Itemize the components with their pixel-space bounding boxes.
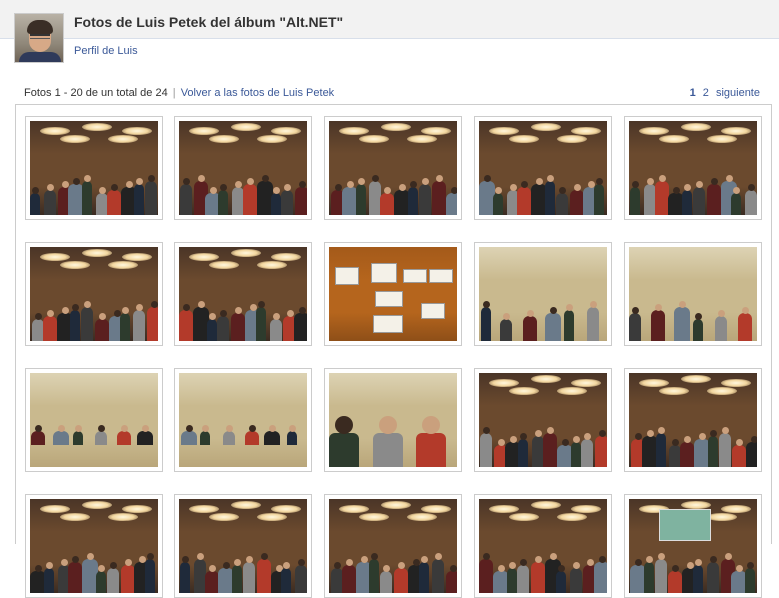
separator: | — [172, 87, 176, 99]
photo-thumbnail[interactable] — [324, 116, 462, 220]
photo-image — [629, 121, 757, 215]
photo-thumbnail[interactable] — [474, 116, 612, 220]
back-to-photos-link[interactable]: Volver a las fotos de Luis Petek — [181, 87, 334, 99]
photo-image — [479, 373, 607, 467]
photo-thumbnail[interactable] — [624, 242, 762, 346]
photo-thumbnail[interactable] — [25, 494, 163, 598]
photo-thumbnail[interactable] — [174, 368, 312, 472]
photo-thumbnail[interactable] — [624, 116, 762, 220]
photo-image — [329, 499, 457, 593]
photo-image — [329, 247, 457, 341]
photo-image — [629, 247, 757, 341]
photo-count: Fotos 1 - 20 de un total de 24 — [24, 87, 168, 99]
photo-image — [30, 499, 158, 593]
album-info-bar: Fotos 1 - 20 de un total de 24 | Volver … — [24, 87, 760, 101]
photo-thumbnail[interactable] — [474, 242, 612, 346]
photo-thumbnail[interactable] — [324, 494, 462, 598]
photo-thumbnail[interactable] — [174, 242, 312, 346]
pagination: 1 2 siguiente — [686, 87, 760, 99]
photo-image — [179, 373, 307, 467]
photo-thumbnail[interactable] — [324, 368, 462, 472]
photo-image — [479, 121, 607, 215]
photo-image — [179, 121, 307, 215]
photo-thumbnail[interactable] — [624, 494, 762, 598]
photo-thumbnail[interactable] — [324, 242, 462, 346]
photo-thumbnail[interactable] — [25, 242, 163, 346]
photo-thumbnail[interactable] — [474, 368, 612, 472]
photo-thumbnail[interactable] — [25, 368, 163, 472]
avatar[interactable] — [14, 13, 64, 63]
photo-thumbnail[interactable] — [25, 116, 163, 220]
photo-image — [179, 499, 307, 593]
profile-link[interactable]: Perfil de Luis — [74, 45, 138, 57]
photo-thumbnail[interactable] — [174, 494, 312, 598]
photo-image — [179, 247, 307, 341]
photo-thumbnail[interactable] — [174, 116, 312, 220]
page-title: Fotos de Luis Petek del álbum "Alt.NET" — [74, 14, 344, 30]
photo-thumbnail[interactable] — [474, 494, 612, 598]
page-1-link[interactable]: 1 — [690, 87, 696, 99]
photo-image — [329, 373, 457, 467]
photo-image — [30, 247, 158, 341]
photo-image — [479, 499, 607, 593]
photo-image — [329, 121, 457, 215]
photo-image — [629, 499, 757, 593]
next-page-link[interactable]: siguiente — [716, 87, 760, 99]
photo-image — [629, 373, 757, 467]
photo-image — [479, 247, 607, 341]
photo-image — [30, 373, 158, 467]
photo-thumbnail[interactable] — [624, 368, 762, 472]
photo-grid — [15, 104, 772, 598]
page-2-link[interactable]: 2 — [703, 87, 709, 99]
photo-image — [30, 121, 158, 215]
